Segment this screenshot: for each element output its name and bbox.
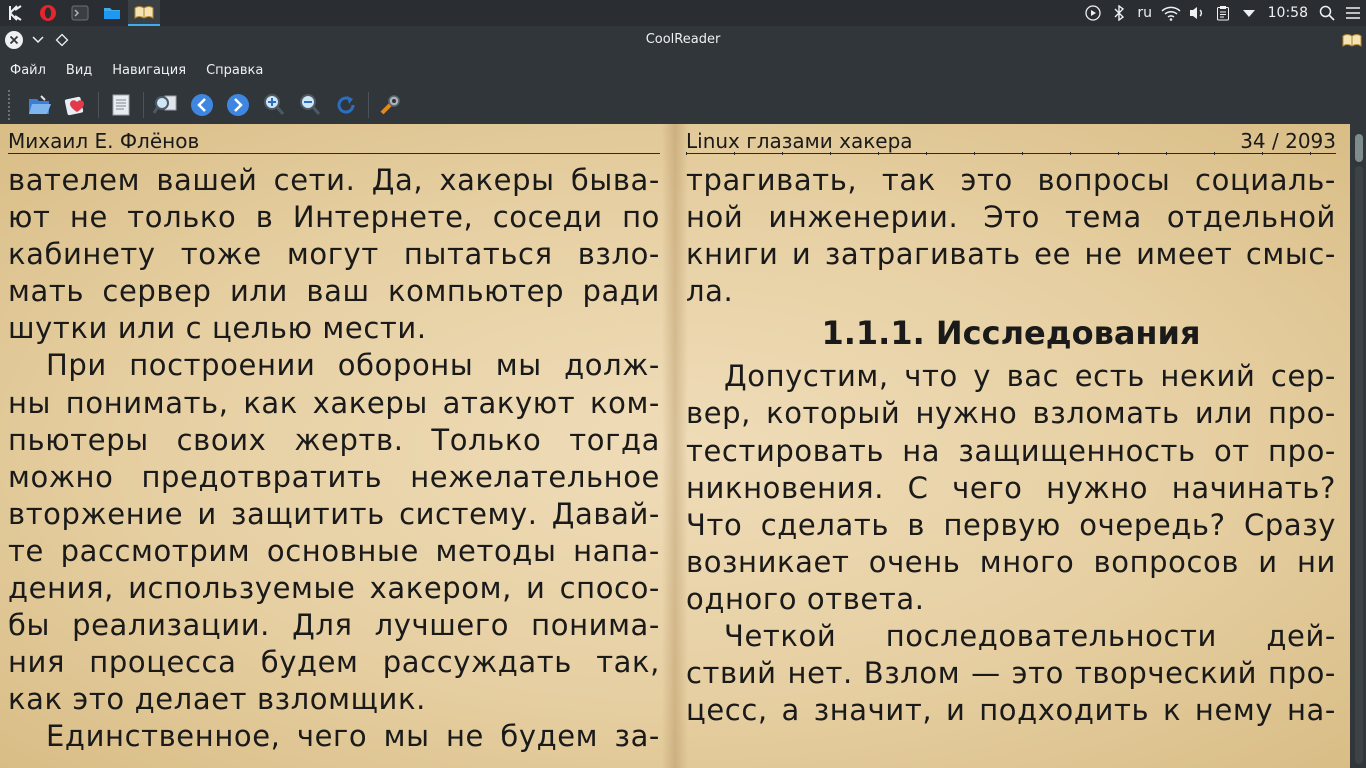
menu-help[interactable]: Справка (196, 54, 273, 86)
text-line: ствий нет. Взлом — это творческий про- (686, 656, 1336, 691)
author-name: Михаил Е. Флёнов (8, 129, 200, 153)
hamburger-menu-icon[interactable] (1340, 0, 1366, 26)
text-line: цесс, а значит, и подходить к нему на- (686, 693, 1336, 728)
text-line: вторжение и защитить систему. Давай- (8, 496, 660, 531)
text-line: дения, используемые хакером, и спосо- (8, 571, 660, 606)
media-player-icon[interactable] (1080, 0, 1106, 26)
menu-file[interactable]: Файл (0, 54, 56, 86)
book-title: Linux глазами хакера (686, 129, 913, 153)
menu-view[interactable]: Вид (56, 54, 102, 86)
window-title: CoolReader (645, 32, 721, 47)
text-line: трагивать, так это вопросы социаль- (686, 163, 1336, 197)
text-line: Допустим, что у вас есть некий сер- (724, 359, 1336, 394)
text-line: возникает очень много вопросов и ни (686, 544, 1336, 579)
volume-icon[interactable] (1184, 0, 1210, 26)
table-of-contents-icon[interactable] (103, 88, 139, 122)
left-page-text: вателем вашей сети. Да, хакеры быва- ют … (8, 162, 660, 756)
keyboard-layout[interactable]: ru (1132, 0, 1158, 26)
coolreader-task-icon[interactable] (128, 0, 160, 26)
clipboard-icon[interactable] (1210, 0, 1236, 26)
book-view[interactable]: Михаил Е. Флёнов вателем вашей сети. Да,… (0, 124, 1350, 768)
text-line: мать сервер или ваш компьютер ради (8, 274, 660, 309)
right-page[interactable]: Linux глазами хакера 34 / 2093 трагивать… (686, 124, 1336, 768)
terminal-icon[interactable] (64, 0, 96, 26)
zoom-in-icon[interactable] (256, 88, 292, 122)
page-header-title: Linux глазами хакера 34 / 2093 (686, 128, 1336, 154)
text-line: одного ответа. (686, 581, 925, 616)
text-line: шутки или с целью мести. (8, 311, 427, 346)
toolbar (0, 86, 1366, 124)
tray-expand-icon[interactable] (1236, 0, 1262, 26)
section-heading: 1.1.1. Исследования (821, 314, 1201, 353)
text-line: Четкой последовательности дей- (724, 619, 1336, 654)
text-line: вателем вашей сети. Да, хакеры быва- (8, 163, 660, 197)
text-line: ной инженерии. Это тема отдельной (686, 200, 1336, 235)
text-line: никновения. С чего нужно начинать? (686, 470, 1336, 505)
system-tray: ru 10:58 (1080, 0, 1366, 26)
toolbar-separator (368, 92, 369, 118)
text-line: Единственное, чего мы не будем за- (46, 719, 660, 754)
scrollbar-track[interactable] (1355, 166, 1363, 764)
find-icon[interactable] (148, 88, 184, 122)
text-line: тестировать на защищенность от про- (686, 433, 1336, 468)
book-spine-shadow (662, 124, 688, 768)
text-line: бы реализации. Для лучшего понима- (8, 608, 660, 643)
settings-icon[interactable] (373, 88, 409, 122)
text-line: ла. (686, 274, 734, 309)
text-line: как это делает взломщик. (8, 682, 426, 717)
clock[interactable]: 10:58 (1262, 0, 1314, 26)
text-line: книги и затрагивать ее не имеет смыс- (686, 237, 1336, 272)
wifi-icon[interactable] (1158, 0, 1184, 26)
toolbar-separator (98, 92, 99, 118)
toolbar-separator (143, 92, 144, 118)
system-panel: ru 10:58 (0, 0, 1366, 26)
rotate-icon[interactable] (328, 88, 364, 122)
search-icon[interactable] (1314, 0, 1340, 26)
text-line: можно предотвратить нежелательное (8, 459, 660, 494)
text-line: вер, который нужно взломать или про- (686, 396, 1336, 431)
open-file-icon[interactable] (22, 88, 58, 122)
text-line: ны понимать, как хакеры атакуют ком- (8, 385, 660, 420)
text-line: те рассмотрим основные методы напа- (8, 533, 660, 568)
menu-bar: Файл Вид Навигация Справка (0, 54, 1366, 86)
zoom-out-icon[interactable] (292, 88, 328, 122)
vertical-scrollbar[interactable] (1350, 124, 1366, 768)
page-position: 34 / 2093 (1240, 129, 1336, 153)
back-icon[interactable] (184, 88, 220, 122)
right-page-text: трагивать, так это вопросы социаль- ной … (686, 162, 1336, 729)
text-line: ния процесса будем рассуждать так, (8, 645, 660, 680)
text-line: При построении обороны мы долж- (46, 348, 660, 383)
text-line: пьютеры своих жертв. Только тогда (8, 422, 660, 457)
text-line: Что сделать в первую очередь? Сразу (686, 507, 1336, 542)
app-book-icon (1342, 30, 1362, 50)
recent-books-icon[interactable] (58, 88, 94, 122)
scrollbar-thumb[interactable] (1355, 134, 1363, 162)
text-line: кабинету тоже могут пытаться взло- (8, 237, 660, 272)
toolbar-grip[interactable] (8, 90, 14, 120)
file-manager-icon[interactable] (96, 0, 128, 26)
opera-browser-icon[interactable] (32, 0, 64, 26)
bluetooth-icon[interactable] (1106, 0, 1132, 26)
chapter-progress-marks (686, 152, 1336, 155)
text-line: ют не только в Интернете, соседи по (8, 200, 660, 235)
forward-icon[interactable] (220, 88, 256, 122)
app-launcher-icon[interactable] (0, 0, 32, 26)
task-manager (0, 0, 160, 26)
page-header-author: Михаил Е. Флёнов (8, 128, 660, 154)
window-titlebar: CoolReader (0, 26, 1366, 54)
left-page[interactable]: Михаил Е. Флёнов вателем вашей сети. Да,… (8, 124, 660, 768)
menu-navigation[interactable]: Навигация (102, 54, 196, 86)
